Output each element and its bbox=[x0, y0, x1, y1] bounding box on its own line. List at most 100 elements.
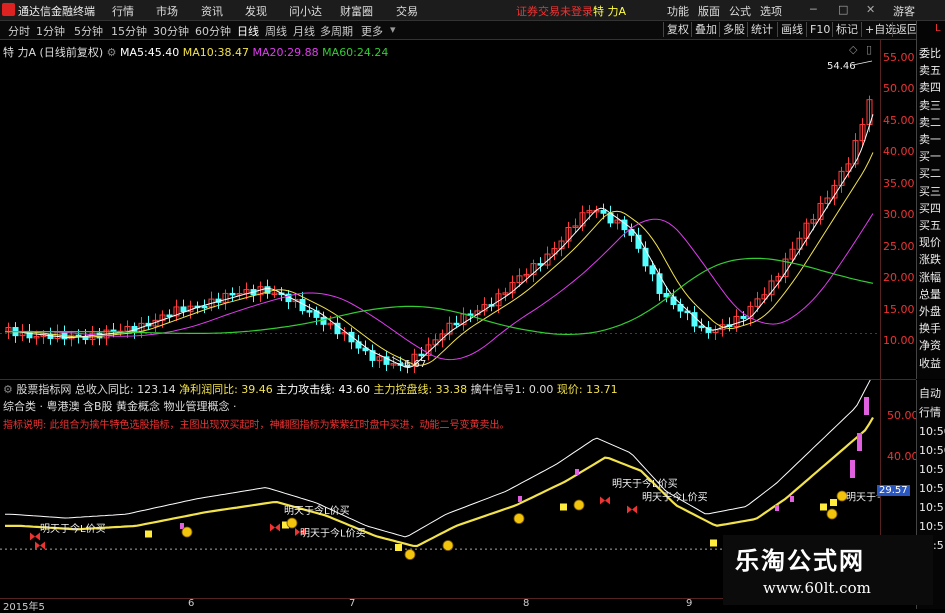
candlestick-chart[interactable]: 54.46 6.67 bbox=[0, 57, 880, 377]
signal-bar bbox=[864, 397, 869, 415]
quote-label: 外盘 bbox=[919, 305, 941, 319]
tab-weekly[interactable]: 周线 bbox=[265, 23, 287, 39]
x-tick: 6 bbox=[188, 598, 195, 609]
smiley-icon bbox=[442, 540, 454, 551]
window-minimize-icon[interactable]: ─ bbox=[810, 3, 817, 16]
quote-label: 收益 bbox=[919, 356, 941, 370]
chart-options-icon[interactable]: ◇ bbox=[849, 43, 857, 56]
more-dropdown-icon[interactable]: ▾ bbox=[390, 23, 396, 36]
signal-annotation: 明天于今L价买 bbox=[612, 477, 678, 490]
quote-label: 委比 bbox=[919, 47, 941, 60]
tick-time: 10:51 bbox=[919, 463, 945, 476]
window-close-icon[interactable]: ✕ bbox=[866, 3, 875, 16]
tick-list: 自动 行情 10:50 10:50 10:51 10:51 10:51 10:5… bbox=[919, 384, 945, 555]
menu-ask[interactable]: 问小达 bbox=[289, 3, 322, 19]
tab-30min[interactable]: 30分钟 bbox=[153, 23, 189, 39]
tab-more[interactable]: 更多 bbox=[361, 23, 383, 39]
y-tick-20: 20.00 bbox=[883, 271, 915, 284]
signal-bar bbox=[775, 505, 779, 511]
x-tick: 2015年5 bbox=[3, 602, 45, 613]
adjust-button[interactable]: 复权 bbox=[663, 22, 692, 37]
menu-layout[interactable]: 版面 bbox=[698, 3, 720, 19]
candle-body bbox=[740, 315, 747, 319]
butterfly-icon bbox=[627, 505, 637, 514]
ma20-line bbox=[5, 213, 874, 361]
butterfly-icon bbox=[30, 532, 40, 541]
x-tick: 9 bbox=[686, 598, 693, 609]
y-tick-35: 35.00 bbox=[883, 177, 915, 190]
menu-bar: 通达信金融终端 行情 市场 资讯 发现 问小达 财富圈 交易 证券交易未登录 特… bbox=[0, 0, 945, 21]
menu-wealth[interactable]: 财富圈 bbox=[340, 3, 373, 19]
tick-label[interactable]: 自动 bbox=[919, 384, 945, 403]
candle-body bbox=[453, 322, 460, 326]
current-value-badge: 29.57 bbox=[877, 485, 910, 496]
menu-news[interactable]: 资讯 bbox=[201, 3, 223, 19]
draw-line-button[interactable]: 画线 bbox=[777, 22, 806, 37]
menu-discover[interactable]: 发现 bbox=[245, 3, 267, 19]
watermark-url: www.60lt.com bbox=[763, 579, 871, 597]
window-restore-icon[interactable]: □ bbox=[838, 3, 848, 16]
tick-time: 10:51 bbox=[919, 482, 945, 495]
tab-60min[interactable]: 60分钟 bbox=[195, 23, 231, 39]
candle-body bbox=[320, 316, 327, 325]
mark-button[interactable]: 标记 bbox=[832, 22, 861, 37]
current-stock: 特 力A bbox=[593, 5, 627, 18]
candle-body bbox=[656, 273, 663, 294]
smiley-icon bbox=[573, 499, 585, 511]
smiley-icon bbox=[513, 513, 525, 524]
buy-marker bbox=[710, 539, 717, 547]
ma60-line bbox=[5, 257, 874, 335]
tab-15min[interactable]: 15分钟 bbox=[111, 23, 147, 39]
quote-label: 卖一 bbox=[919, 133, 941, 147]
tab-multi-period[interactable]: 多周期 bbox=[320, 23, 353, 39]
high-price-label: 54.46 bbox=[827, 61, 856, 72]
tick-time: 10:51 bbox=[919, 520, 945, 533]
quote-label: 涨幅 bbox=[919, 270, 941, 284]
menu-function[interactable]: 功能 bbox=[667, 3, 689, 19]
signal-annotation: 明天于今L价买 bbox=[40, 522, 106, 535]
tick-label[interactable]: 行情 bbox=[919, 403, 945, 422]
quote-label: 卖四 bbox=[919, 81, 941, 95]
quote-label: 净资 bbox=[919, 339, 941, 353]
tick-time: 10:50 bbox=[919, 444, 945, 457]
chart-expand-icon[interactable]: ▯ bbox=[866, 43, 872, 56]
x-tick: 8 bbox=[523, 598, 530, 609]
tab-intraday[interactable]: 分时 bbox=[8, 23, 30, 39]
x-tick: 7 bbox=[349, 598, 356, 609]
statistics-button[interactable]: 统计 bbox=[747, 22, 776, 37]
signal-annotation: 明天于今L价买 bbox=[642, 491, 708, 504]
menu-market[interactable]: 市场 bbox=[156, 3, 178, 19]
app-logo-icon bbox=[2, 3, 15, 16]
candle-body bbox=[418, 353, 425, 357]
watermark: 乐淘公式网 www.60lt.com bbox=[723, 535, 933, 605]
menu-guest[interactable]: 游客 bbox=[893, 3, 915, 19]
menu-options[interactable]: 选项 bbox=[760, 3, 782, 19]
quote-labels: 委比 卖五 卖四 卖三 卖二 卖一 买一 买二 买三 买四 买五 现价 涨跌 涨… bbox=[919, 45, 945, 372]
smiley-icon bbox=[826, 508, 838, 520]
menu-quotes[interactable]: 行情 bbox=[112, 3, 134, 19]
quote-label: 买一 bbox=[919, 150, 941, 164]
tab-5min[interactable]: 5分钟 bbox=[74, 23, 103, 39]
f10-button[interactable]: F10 bbox=[806, 22, 833, 37]
buy-marker bbox=[830, 499, 837, 506]
signal-annotation: 明天于今L价买 bbox=[300, 527, 366, 540]
menu-trade[interactable]: 交易 bbox=[396, 3, 418, 19]
quote-panel: L 委比 卖五 卖四 卖三 卖二 卖一 买一 买二 买三 买四 买五 现价 涨跌… bbox=[916, 21, 945, 379]
tick-time: 10:51 bbox=[919, 501, 945, 514]
low-price-label: 6.67 bbox=[404, 359, 426, 370]
candle-body bbox=[348, 331, 355, 343]
tab-1min[interactable]: 1分钟 bbox=[36, 23, 65, 39]
quote-label: 买五 bbox=[919, 219, 941, 233]
butterfly-icon bbox=[600, 496, 610, 505]
login-status[interactable]: 证券交易未登录 bbox=[516, 3, 593, 19]
watermark-title: 乐淘公式网 bbox=[735, 547, 865, 575]
tab-monthly[interactable]: 月线 bbox=[293, 23, 315, 39]
period-toolbar: 分时 1分钟 5分钟 15分钟 30分钟 60分钟 日线 周线 月线 多周期 更… bbox=[0, 21, 945, 40]
y-tick-50: 50.00 bbox=[883, 82, 915, 95]
menu-formula[interactable]: 公式 bbox=[729, 3, 751, 19]
buy-marker bbox=[395, 544, 402, 551]
multi-stock-button[interactable]: 多股 bbox=[719, 22, 748, 37]
candle-body bbox=[229, 292, 236, 296]
tab-daily[interactable]: 日线 bbox=[237, 23, 259, 39]
overlay-button[interactable]: 叠加 bbox=[691, 22, 720, 37]
